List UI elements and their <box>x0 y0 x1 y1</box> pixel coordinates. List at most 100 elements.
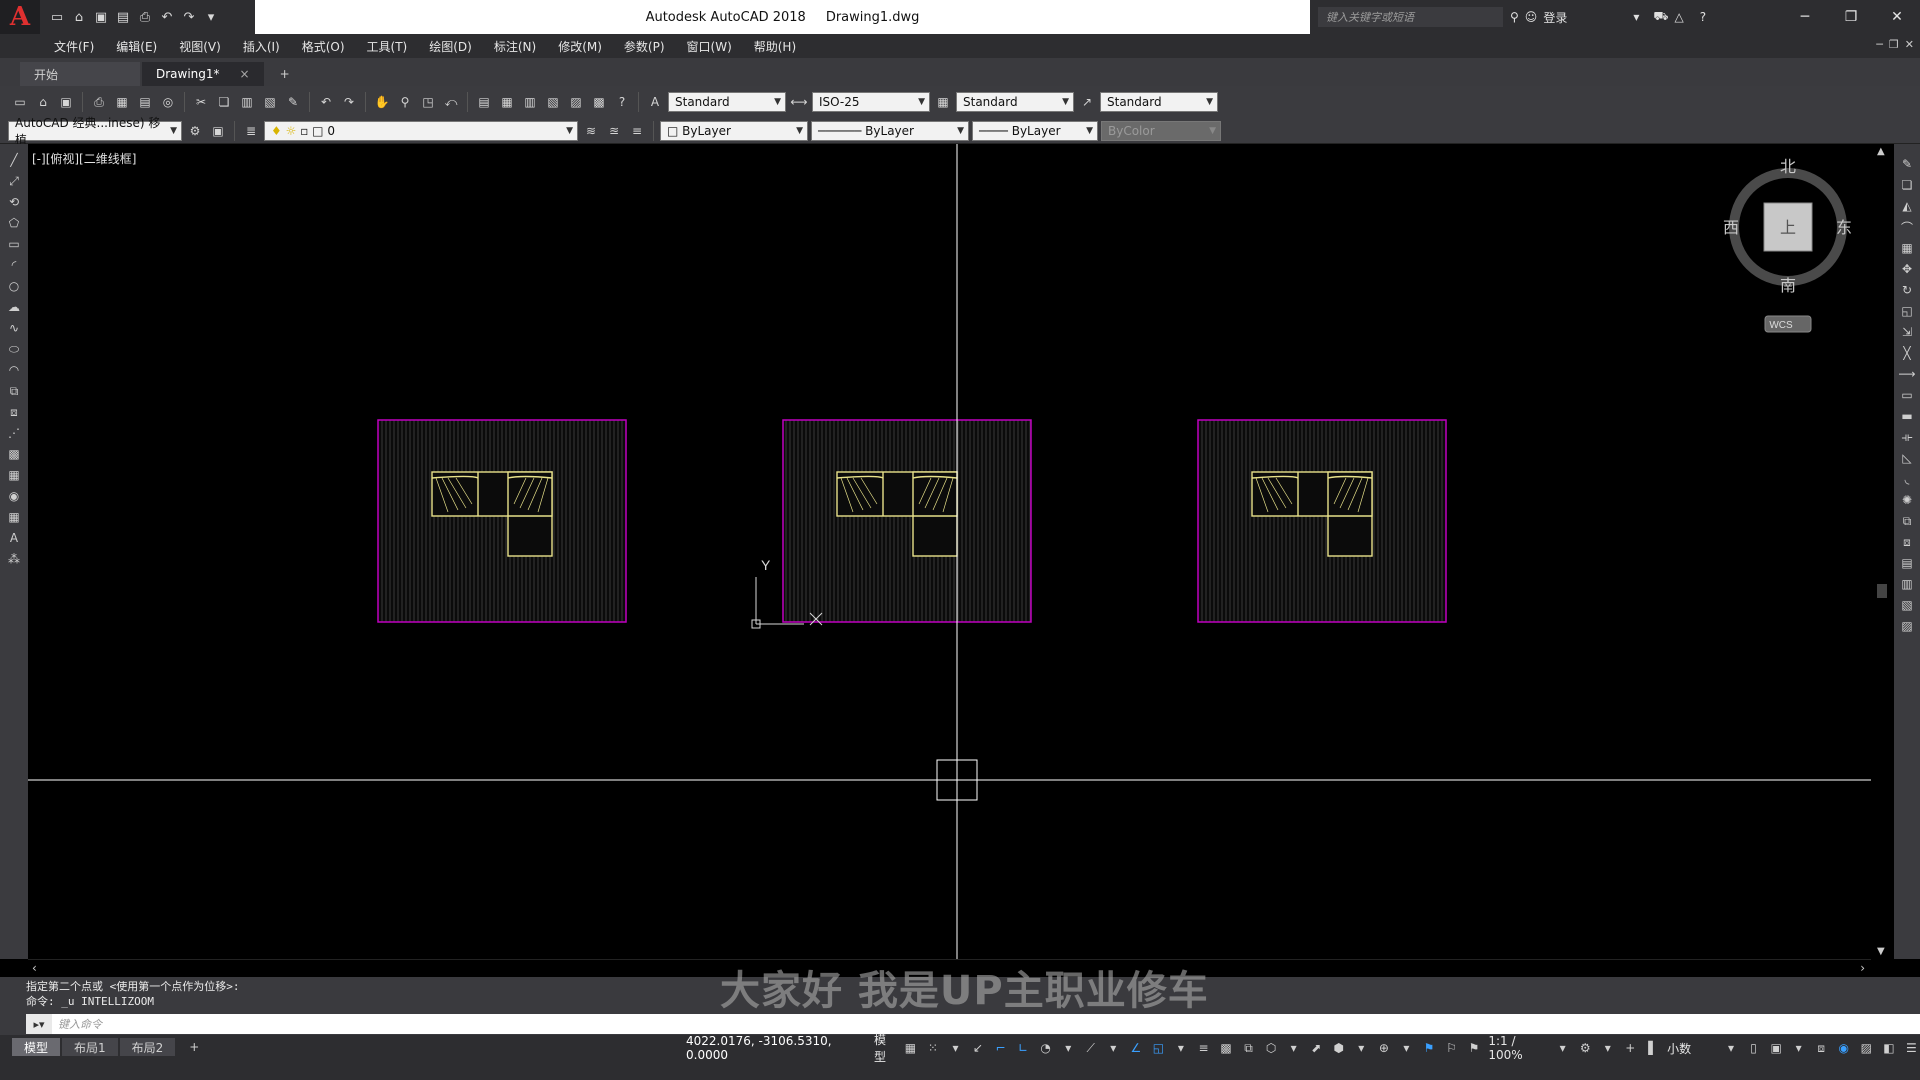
viewcube-face-top[interactable]: 上 <box>1780 219 1796 237</box>
selection-cycling-icon[interactable]: ⧉ <box>1240 1039 1257 1057</box>
add-layout-button[interactable]: + <box>177 1038 211 1056</box>
object-snap-icon[interactable]: ◱ <box>1150 1039 1167 1057</box>
scale-icon[interactable]: ◱ <box>1899 303 1915 319</box>
matchprop-icon[interactable]: ▧ <box>260 92 280 112</box>
annotation-visibility-icon[interactable]: ⚑ <box>1421 1039 1438 1057</box>
polyline-icon[interactable]: ⟲ <box>6 194 22 210</box>
menu-insert[interactable]: 插入(I) <box>243 38 280 55</box>
model-space-svg[interactable]: Y 上 北 南 东 西 WCS <box>28 144 1871 959</box>
drawing-canvas[interactable]: Y 上 北 南 东 西 WCS <box>28 144 1871 959</box>
ellipse-arc-icon[interactable]: ◠ <box>6 362 22 378</box>
menu-file[interactable]: 文件(F) <box>54 38 94 55</box>
color-select[interactable]: □ ByLayer ▼ <box>660 120 808 141</box>
stretch-icon[interactable]: ⇲ <box>1899 324 1915 340</box>
viewport-controls-label[interactable]: [-][俯视][二维线框] <box>32 150 136 167</box>
offset-icon[interactable]: ⌒ <box>1899 219 1915 235</box>
break-icon[interactable]: ▬ <box>1899 408 1915 424</box>
snap-icon[interactable]: ⁙ <box>925 1039 942 1057</box>
polygon-icon[interactable]: ⬠ <box>6 215 22 231</box>
undo-icon[interactable]: ↶ <box>158 8 176 26</box>
explode-icon[interactable]: ✺ <box>1899 492 1915 508</box>
menu-window[interactable]: 窗口(W) <box>687 38 732 55</box>
restore-icon[interactable]: ❐ <box>1828 0 1874 34</box>
redo-icon[interactable]: ↷ <box>180 8 198 26</box>
tab-layout2[interactable]: 布局2 <box>119 1038 176 1056</box>
workspace-select[interactable]: AutoCAD 经典...inese) 移植 ▼ <box>8 116 182 147</box>
isodraft-icon[interactable]: ⟋ <box>1082 1039 1099 1057</box>
doc-restore-icon[interactable]: ❐ <box>1889 38 1899 51</box>
new-file-icon[interactable]: ▭ <box>48 8 66 26</box>
workspace-gear-icon[interactable]: ⚙ <box>1577 1039 1594 1057</box>
break-point-icon[interactable]: ▭ <box>1899 387 1915 403</box>
chevron-down-icon[interactable]: ▾ <box>947 1039 964 1057</box>
login-area[interactable]: ⚲ ☺ 登录 ▾ ⛟ △ ? <box>1510 0 1706 34</box>
linetype-select[interactable]: ────── ByLayer ▼ <box>811 120 969 141</box>
grid-icon[interactable]: ▦ <box>902 1039 919 1057</box>
save-icon[interactable]: ▣ <box>92 8 110 26</box>
room-block-1[interactable] <box>377 419 627 623</box>
plot-icon[interactable]: ⎙ <box>89 92 109 112</box>
text-front-icon[interactable]: ▧ <box>1899 597 1915 613</box>
scroll-up-icon[interactable]: ▲ <box>1877 146 1885 157</box>
infer-constraints-icon[interactable]: ↙ <box>970 1039 987 1057</box>
point-icon[interactable]: ⋰ <box>6 425 22 441</box>
revcloud-icon[interactable]: ☁ <box>6 299 22 315</box>
annotation-monitor-icon[interactable]: + <box>1622 1039 1639 1057</box>
menu-tools[interactable]: 工具(T) <box>367 38 408 55</box>
room-block-3[interactable] <box>1197 419 1447 623</box>
tab-drawing1[interactable]: Drawing1* × <box>142 62 264 86</box>
doc-close-icon[interactable]: ✕ <box>1905 38 1914 51</box>
chevron-down-icon[interactable]: ▾ <box>1599 1039 1616 1057</box>
spline-icon[interactable]: ∿ <box>6 320 22 336</box>
trim-icon[interactable]: ╳ <box>1899 345 1915 361</box>
paste-icon[interactable]: ▥ <box>237 92 257 112</box>
make-current-icon[interactable]: ≋ <box>581 121 601 141</box>
move-icon[interactable]: ✥ <box>1899 261 1915 277</box>
rectangle-icon[interactable]: ▭ <box>6 236 22 252</box>
make-block-icon[interactable]: ⧈ <box>6 404 22 420</box>
text-style-select[interactable]: Standard ▼ <box>668 92 786 112</box>
units-value[interactable]: 小数 <box>1667 1040 1717 1057</box>
chevron-down-icon[interactable]: ▾ <box>1633 10 1639 24</box>
chevron-down-icon[interactable]: ▾ <box>1398 1039 1415 1057</box>
menu-modify[interactable]: 修改(M) <box>558 38 602 55</box>
table-style-icon[interactable]: ▦ <box>933 92 953 112</box>
object-snap-tracking-icon[interactable]: ∠ <box>1128 1039 1145 1057</box>
menu-parametric[interactable]: 参数(P) <box>624 38 665 55</box>
rotate-icon[interactable]: ↻ <box>1899 282 1915 298</box>
transparency-icon[interactable]: ▩ <box>1218 1039 1235 1057</box>
chevron-down-icon[interactable]: ▾ <box>1060 1039 1077 1057</box>
tool-palettes-icon[interactable]: ▥ <box>520 92 540 112</box>
vertical-scrollbar[interactable]: ▲ ▼ <box>1871 144 1894 959</box>
calculator-icon[interactable]: ▩ <box>589 92 609 112</box>
qnew-icon[interactable]: ▭ <box>10 92 30 112</box>
tab-close-icon[interactable]: × <box>240 67 250 81</box>
layer-select[interactable]: ♦ ☼ ▫ □ 0 ▼ <box>264 120 578 141</box>
sheet-set-icon[interactable]: ▧ <box>543 92 563 112</box>
pan-icon[interactable]: ✋ <box>372 92 392 112</box>
viewport-icon[interactable]: ◧ <box>1881 1039 1898 1057</box>
table-icon[interactable]: ▦ <box>6 509 22 525</box>
help-icon[interactable]: ? <box>1700 10 1706 24</box>
isolate-objects-icon[interactable]: ⧈ <box>1813 1039 1830 1057</box>
save-icon[interactable]: ▣ <box>56 92 76 112</box>
customize-qat-icon[interactable]: ▾ <box>202 8 220 26</box>
table-style-select[interactable]: Standard ▼ <box>956 92 1074 112</box>
zoom-previous-icon[interactable]: ⤺ <box>441 92 461 112</box>
ortho-icon[interactable]: ∟ <box>1015 1039 1032 1057</box>
mtext-icon[interactable]: A <box>6 530 22 546</box>
draworder-under-icon[interactable]: ▥ <box>1899 576 1915 592</box>
scroll-thumb[interactable] <box>1877 584 1887 598</box>
scroll-left-icon[interactable]: ‹ <box>32 961 37 975</box>
annotation-scale-value[interactable]: 1:1 / 100% <box>1488 1034 1548 1062</box>
zoom-realtime-icon[interactable]: ⚲ <box>395 92 415 112</box>
gizmo-icon[interactable]: ⊕ <box>1376 1039 1393 1057</box>
arc-icon[interactable]: ◜ <box>6 257 22 273</box>
binoculars-icon[interactable]: ⚲ <box>1510 10 1519 24</box>
menu-edit[interactable]: 编辑(E) <box>116 38 157 55</box>
save-as-icon[interactable]: ▤ <box>114 8 132 26</box>
viewcube-north[interactable]: 北 <box>1780 158 1796 176</box>
brush-icon[interactable]: ✎ <box>283 92 303 112</box>
menu-format[interactable]: 格式(O) <box>302 38 345 55</box>
chevron-down-icon[interactable]: ▾ <box>1105 1039 1122 1057</box>
